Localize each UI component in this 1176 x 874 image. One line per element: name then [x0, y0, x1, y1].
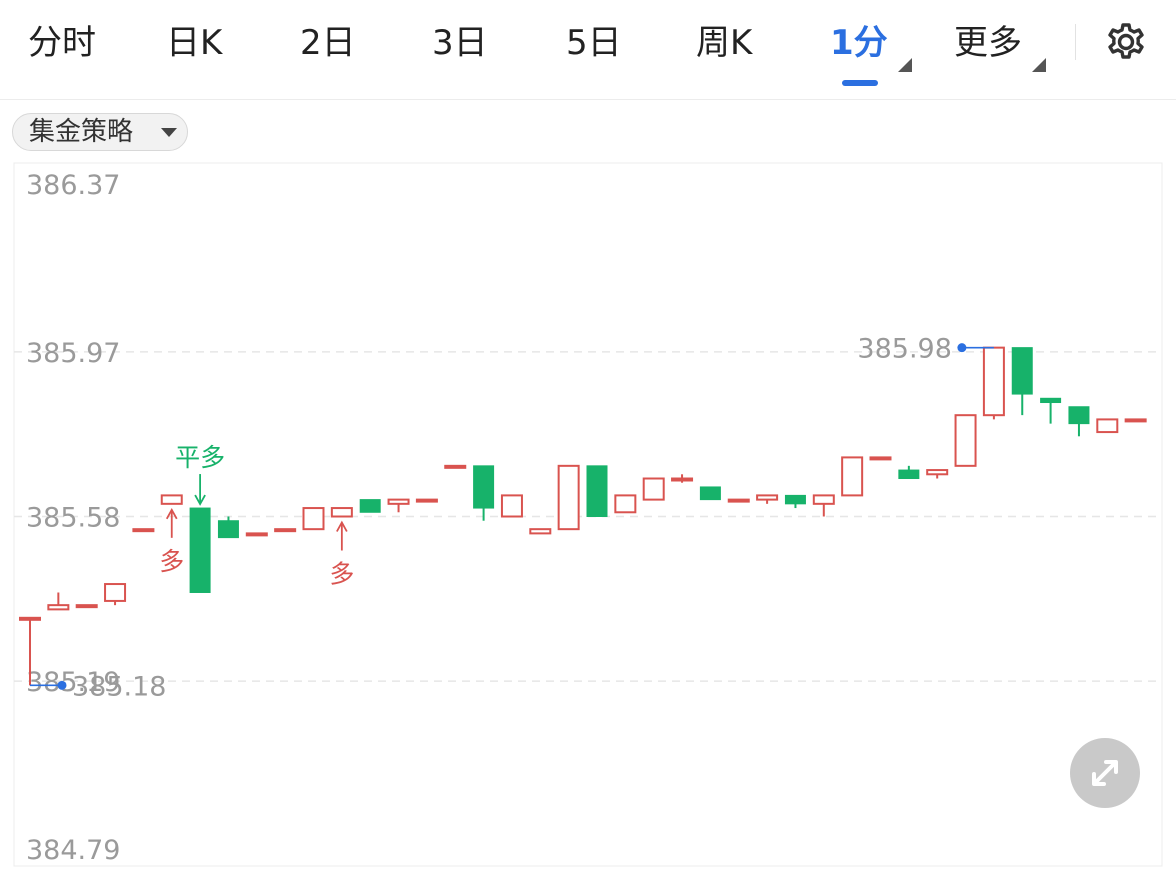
- candle-body-up: [415, 498, 438, 503]
- candle-body-down: [586, 465, 608, 517]
- candle-body-up: [557, 464, 580, 531]
- candle-body-up: [671, 477, 694, 482]
- candle-body-up: [727, 498, 750, 503]
- candle-body-down: [1068, 406, 1090, 425]
- candle-body-down: [1040, 397, 1062, 404]
- candle-body-down: [217, 520, 239, 539]
- candle-body-up: [954, 414, 977, 467]
- y-tick-label: 385.58: [26, 503, 120, 534]
- candlestick-chart: 386.37385.97385.58385.19384.79385.98385.…: [13, 162, 1163, 867]
- candle-body-up: [75, 604, 98, 609]
- candle-body-up: [614, 494, 637, 514]
- candle-body-up: [1124, 418, 1147, 423]
- y-tick-label: 385.97: [26, 338, 120, 369]
- candle-body-up: [812, 494, 835, 505]
- signal-label-close-long: 平多: [175, 443, 225, 472]
- candle-body-up: [47, 604, 70, 611]
- extreme-marker-dot: [957, 343, 967, 353]
- y-tick-label: 386.37: [26, 170, 120, 201]
- candle-body-up: [330, 507, 353, 518]
- candle-body-up: [444, 464, 467, 469]
- expand-arrows-icon: [1092, 760, 1118, 786]
- candle-body-up: [387, 498, 410, 505]
- candle-body-down: [1011, 347, 1033, 395]
- low-price-label: 385.18: [72, 671, 166, 702]
- candle-body-up: [160, 494, 183, 505]
- candle-body-up: [926, 469, 949, 476]
- candle-body-down: [699, 486, 721, 501]
- candle-body-up: [245, 532, 268, 537]
- candle-body-up: [500, 494, 523, 518]
- candle-body-up: [104, 583, 127, 602]
- candle-body-up: [19, 616, 41, 621]
- signal-label-long: 多: [329, 560, 354, 589]
- candle-body-up: [869, 456, 892, 461]
- candle-body-up: [841, 456, 864, 497]
- expand-button[interactable]: [1070, 738, 1140, 808]
- extreme-marker-dot: [57, 680, 67, 690]
- candle-body-up: [274, 528, 297, 533]
- candle-body-down: [359, 499, 381, 513]
- y-tick-label: 384.79: [26, 835, 120, 866]
- candle-body-down: [189, 507, 211, 593]
- candle-body-down: [784, 494, 806, 505]
- candle-body-up: [756, 494, 779, 501]
- candle-body-up: [132, 528, 155, 533]
- candle-body-down: [473, 465, 495, 509]
- candle-body-down: [898, 469, 920, 480]
- candle-body-up: [529, 528, 552, 535]
- candle-body-up: [302, 507, 325, 531]
- candle-body-up: [982, 346, 1005, 417]
- candle-body-up: [642, 477, 665, 501]
- high-price-label: 385.98: [857, 334, 951, 365]
- signal-label-long: 多: [159, 547, 184, 576]
- candle-body-up: [1096, 418, 1119, 434]
